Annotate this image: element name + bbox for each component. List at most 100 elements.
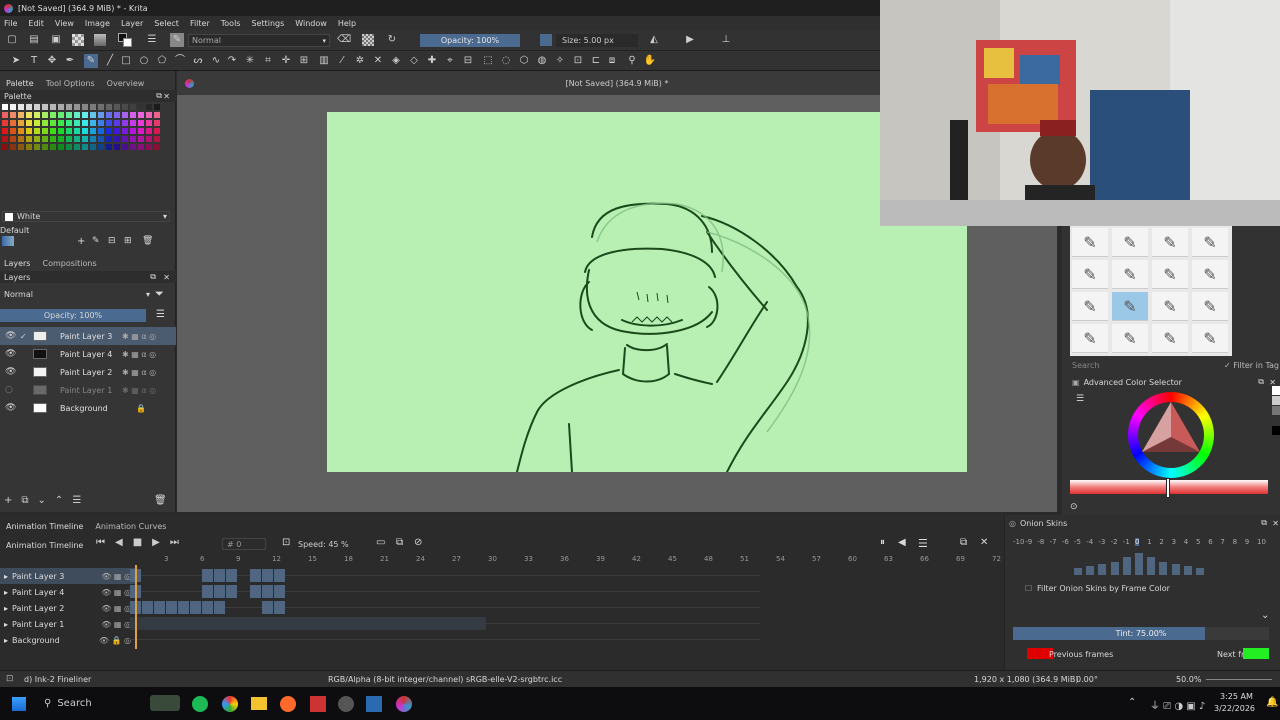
ellipse-tool-icon[interactable]: ○ xyxy=(138,55,150,67)
clock-date[interactable]: 3/22/2026 xyxy=(1214,704,1255,713)
palette-swatch[interactable] xyxy=(154,104,160,110)
file-explorer-icon[interactable] xyxy=(251,697,267,710)
onion-opacity-bar[interactable] xyxy=(1098,564,1107,575)
measure-tool-icon[interactable]: ⌖ xyxy=(444,55,456,67)
palette-swatch[interactable] xyxy=(114,104,120,110)
palette-swatch[interactable] xyxy=(50,120,56,126)
layer-flags-icon[interactable]: ✱ ▦ α ◎ xyxy=(122,350,156,359)
filter-icon[interactable]: ⏷ xyxy=(155,287,164,301)
widgets-icon[interactable] xyxy=(150,695,180,711)
keyframe-cell[interactable] xyxy=(262,601,273,614)
palette-swatch[interactable] xyxy=(154,144,160,150)
keyframe-cell[interactable] xyxy=(250,585,261,598)
palette-swatch[interactable] xyxy=(74,136,80,142)
brush-preset-tile[interactable]: ✎ xyxy=(1112,292,1148,321)
onion-opacity-bar[interactable] xyxy=(1135,553,1143,575)
palette-swatch[interactable] xyxy=(146,104,152,110)
palette-swatch[interactable] xyxy=(34,136,40,142)
add-layer-icon[interactable]: + xyxy=(4,495,12,506)
onion-opacity-bar[interactable] xyxy=(1147,557,1156,575)
onion-frame-number[interactable]: -2 xyxy=(1111,538,1118,546)
keyframe-cell[interactable] xyxy=(214,585,225,598)
palette-swatch[interactable] xyxy=(26,104,32,110)
palette-swatch[interactable] xyxy=(138,104,144,110)
bezier-select-icon[interactable]: ⊏ xyxy=(590,55,602,67)
add-swatch-icon[interactable]: + xyxy=(77,236,85,247)
palette-swatch[interactable] xyxy=(122,120,128,126)
edit-swatch-icon[interactable]: ✎ xyxy=(92,236,100,246)
brush-preset-icon[interactable]: ✎ xyxy=(170,33,184,47)
float-icon[interactable]: ⧉ xyxy=(1261,518,1267,528)
fit-range-icon[interactable]: ⊡ xyxy=(282,537,290,548)
chevron-up-icon[interactable]: ⌃ xyxy=(1128,697,1136,708)
tab-compositions[interactable]: Compositions xyxy=(42,259,96,268)
onion-opacity-bar[interactable] xyxy=(1183,566,1192,575)
quick-color-swatches[interactable] xyxy=(1272,386,1280,438)
palette-swatch-grid[interactable] xyxy=(2,104,162,152)
layer-blend-mode-dropdown[interactable]: Normal ▾ xyxy=(2,288,150,300)
zoom-slider[interactable] xyxy=(1206,679,1272,680)
polygon-tool-icon[interactable]: ⬠ xyxy=(156,55,168,67)
eye-icon[interactable]: 👁 xyxy=(5,331,16,341)
crop-tool-icon[interactable]: ⌗ xyxy=(262,55,274,67)
frame-ruler[interactable]: 3 6 9 12 15 18 21 24 27 30 33 36 39 42 45 48 51 54 57 60 63 6… xyxy=(128,555,1001,565)
calligraphy-icon[interactable]: ✒ xyxy=(64,55,76,67)
palette-swatch[interactable] xyxy=(10,112,16,118)
color-history-icon[interactable]: ⊙ xyxy=(1070,502,1078,512)
palette-swatch[interactable] xyxy=(50,112,56,118)
keyframe-cell[interactable] xyxy=(142,601,153,614)
palette-swatch[interactable] xyxy=(26,144,32,150)
onion-opacity-bar[interactable] xyxy=(1159,561,1168,575)
onion-frame-number[interactable]: -6 xyxy=(1062,538,1069,546)
palette-swatch[interactable] xyxy=(138,136,144,142)
keyframe-cell[interactable] xyxy=(226,585,237,598)
float-icon[interactable]: ⧉ xyxy=(156,91,162,101)
menu-file[interactable]: File xyxy=(4,19,17,28)
palette-editor-icon[interactable]: ⊟ xyxy=(108,236,116,246)
duplicate-layer-icon[interactable]: ⧉ xyxy=(21,495,28,506)
text-tool-icon[interactable]: T xyxy=(28,55,40,67)
palette-swatch[interactable] xyxy=(74,128,80,134)
zoom-tool-icon[interactable]: ⚲ xyxy=(626,55,638,67)
palette-swatch[interactable] xyxy=(82,136,88,142)
palette-swatch[interactable] xyxy=(58,144,64,150)
palette-swatch[interactable] xyxy=(122,128,128,134)
spotify-icon[interactable] xyxy=(192,696,208,712)
palette-swatch[interactable] xyxy=(34,144,40,150)
onion-frame-number[interactable]: 9 xyxy=(1245,538,1249,546)
palette-swatch[interactable] xyxy=(82,104,88,110)
onion-frame-number[interactable]: 3 xyxy=(1172,538,1176,546)
palette-swatch[interactable] xyxy=(34,128,40,134)
palette-swatch[interactable] xyxy=(34,112,40,118)
keyframe-cell[interactable] xyxy=(202,601,213,614)
palette-swatch[interactable] xyxy=(154,120,160,126)
keyframe-cell[interactable] xyxy=(214,601,225,614)
palette-swatch[interactable] xyxy=(2,128,8,134)
app-icon[interactable] xyxy=(366,696,382,712)
brush-preset-tile[interactable]: ✎ xyxy=(1072,228,1108,257)
layer-row[interactable]: 👁 Background 🔒 xyxy=(0,399,176,417)
palette-swatch[interactable] xyxy=(154,112,160,118)
palette-swatch[interactable] xyxy=(106,144,112,150)
notification-icon[interactable]: 🔔 xyxy=(1266,697,1278,708)
mirror-vertical-icon[interactable]: ▶ xyxy=(684,34,696,46)
close-icon[interactable]: ✕ xyxy=(1272,519,1279,528)
palette-swatch[interactable] xyxy=(26,128,32,134)
palette-swatch[interactable] xyxy=(42,112,48,118)
bezier-tool-icon[interactable]: ᔕ xyxy=(192,55,204,67)
onion-skins-icon[interactable]: ⧉ xyxy=(396,537,403,548)
onion-frame-number[interactable]: -10 xyxy=(1013,538,1024,546)
palette-swatch[interactable] xyxy=(138,128,144,134)
palette-swatch[interactable] xyxy=(114,112,120,118)
color-picker-icon[interactable]: ⁄ xyxy=(336,55,348,67)
close-icon[interactable]: ✕ xyxy=(980,537,988,548)
onion-frame-number[interactable]: -5 xyxy=(1074,538,1081,546)
chevron-down-icon[interactable]: ⌄ xyxy=(1261,610,1269,621)
onion-frame-number[interactable]: 7 xyxy=(1220,538,1224,546)
palette-swatch[interactable] xyxy=(58,112,64,118)
palette-swatch[interactable] xyxy=(66,144,72,150)
onion-frame-number[interactable]: 1 xyxy=(1147,538,1151,546)
polyline-tool-icon[interactable]: ⌒ xyxy=(174,55,186,67)
keyframe-cell[interactable] xyxy=(178,601,189,614)
tab-tool-options[interactable]: Tool Options xyxy=(46,79,95,88)
